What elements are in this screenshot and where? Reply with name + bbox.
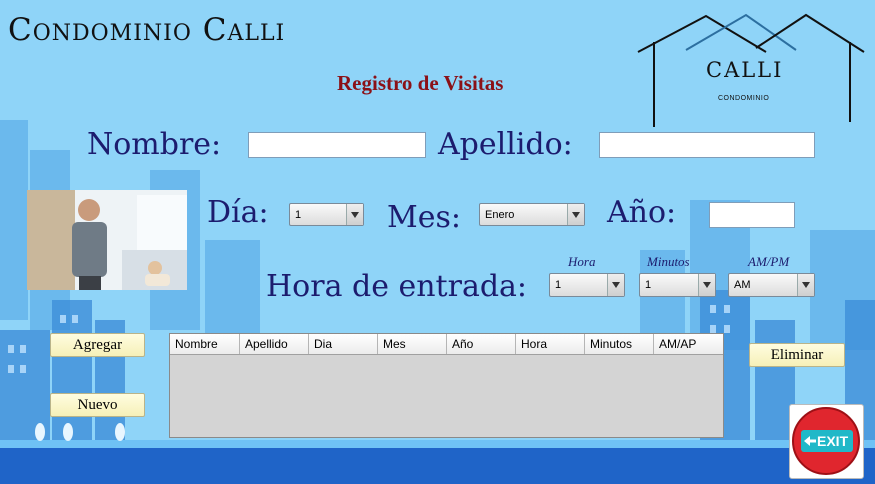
chevron-down-icon [797,274,814,296]
eliminar-button[interactable]: Eliminar [749,343,845,367]
anio-input[interactable] [709,202,795,228]
nombre-label: Nombre: [87,127,222,162]
column-header[interactable]: Dia [309,334,378,354]
app-title: Condominio Calli [8,12,286,48]
chevron-down-icon [698,274,715,296]
column-header[interactable]: AM/AP [654,334,723,354]
logo-sub: CONDOMINIO [718,95,770,102]
minutos-select[interactable]: 1 [639,273,716,297]
chevron-down-icon [607,274,624,296]
mes-select-value: Enero [485,208,515,221]
visitor-photo [27,190,187,290]
apellido-label: Apellido: [438,127,573,162]
dia-select-value: 1 [295,208,302,221]
hora-select[interactable]: 1 [549,273,625,297]
ampm-select[interactable]: AM [728,273,815,297]
hora-small-label: Hora [568,254,596,269]
minutos-select-value: 1 [645,279,652,291]
column-header[interactable]: Año [447,334,516,354]
mes-select[interactable]: Enero [479,203,585,226]
page-subtitle: Registro de Visitas [337,71,504,95]
anio-label: Año: [607,195,677,230]
column-header[interactable]: Minutos [585,334,654,354]
logo-name: CALLI [706,58,784,82]
dia-label: Día: [207,195,269,230]
exit-label: EXIT [817,433,849,449]
nuevo-button[interactable]: Nuevo [50,393,145,417]
dia-select[interactable]: 1 [289,203,364,226]
hora-select-value: 1 [555,279,562,291]
column-header[interactable]: Hora [516,334,585,354]
hora-entrada-label: Hora de entrada: [266,269,528,304]
ampm-select-value: AM [734,279,751,291]
visits-table[interactable]: Nombre Apellido Dia Mes Año Hora Minutos… [169,333,724,438]
chevron-down-icon [346,204,363,225]
minutos-small-label: Minutos [647,254,690,269]
exit-button[interactable]: EXIT [789,404,864,479]
apellido-input[interactable] [599,132,815,158]
column-header[interactable]: Nombre [170,334,240,354]
mes-label: Mes: [387,200,461,235]
nombre-input[interactable] [248,132,426,158]
table-header: Nombre Apellido Dia Mes Año Hora Minutos… [170,334,723,355]
agregar-button[interactable]: Agregar [50,333,145,357]
column-header[interactable]: Mes [378,334,447,354]
column-header[interactable]: Apellido [240,334,309,354]
ampm-small-label: AM/PM [748,254,790,269]
chevron-down-icon [567,204,584,225]
